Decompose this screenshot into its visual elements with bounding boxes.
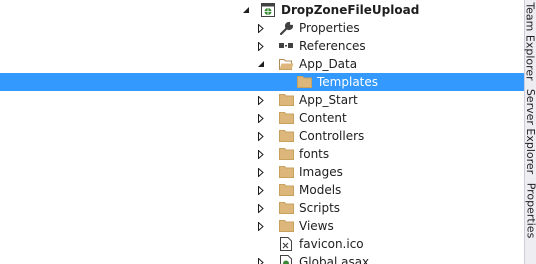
tree-item-templates[interactable]: Templates (0, 73, 525, 91)
tree-item-label: Models (299, 183, 342, 197)
tab-properties[interactable]: Properties (524, 180, 536, 240)
tab-label: Team Explorer (524, 1, 536, 81)
web-project-icon (260, 2, 276, 18)
tree-item-label: Templates (317, 75, 379, 89)
tab-team-explorer[interactable]: Team Explorer (524, 1, 536, 81)
folder-icon (278, 128, 294, 144)
tree-item-label: App_Start (299, 93, 358, 107)
folder-icon (278, 218, 294, 234)
tab-label: Server Explorer (524, 88, 536, 174)
folder-icon (278, 200, 294, 216)
tree-item-label: Scripts (299, 201, 341, 215)
tree-item-label: Images (299, 165, 343, 179)
folder-open-icon (278, 56, 294, 72)
tree-item-images[interactable]: Images (0, 163, 525, 181)
chevron-collapsed-icon[interactable] (255, 217, 267, 235)
project-name: DropZoneFileUpload (281, 3, 420, 17)
chevron-collapsed-icon[interactable] (255, 199, 267, 217)
chevron-collapsed-icon[interactable] (255, 91, 267, 109)
tree-item-fonts[interactable]: fonts (0, 145, 525, 163)
tree-item-references[interactable]: References (0, 37, 525, 55)
tree-item-label: Content (299, 111, 347, 125)
tree-item-content[interactable]: Content (0, 109, 525, 127)
folder-icon (278, 92, 294, 108)
tree-item-app-data[interactable]: App_Data (0, 55, 525, 73)
tree-item-label: Controllers (299, 129, 365, 143)
chevron-collapsed-icon[interactable] (255, 145, 267, 163)
folder-icon (296, 74, 312, 90)
project-node[interactable]: DropZoneFileUpload (0, 1, 525, 19)
chevron-collapsed-icon[interactable] (255, 181, 267, 199)
tree-item-label: Views (299, 219, 334, 233)
tree-item-global-asax[interactable]: Global.asax (0, 253, 525, 264)
tree-item-label: App_Data (299, 57, 358, 71)
tree-item-views[interactable]: Views (0, 217, 525, 235)
references-icon (278, 38, 294, 54)
solution-explorer-tree: DropZoneFileUpload Properties References (0, 0, 525, 264)
folder-icon (278, 164, 294, 180)
tab-label: Properties (524, 182, 536, 238)
tree-item-controllers[interactable]: Controllers (0, 127, 525, 145)
tree-item-scripts[interactable]: Scripts (0, 199, 525, 217)
folder-icon (278, 146, 294, 162)
chevron-expanded-icon[interactable] (240, 1, 252, 19)
tree-item-label: Properties (299, 21, 360, 35)
folder-icon (278, 110, 294, 126)
chevron-collapsed-icon[interactable] (255, 163, 267, 181)
folder-icon (278, 182, 294, 198)
tree-item-properties[interactable]: Properties (0, 19, 525, 37)
chevron-collapsed-icon[interactable] (255, 37, 267, 55)
tree-item-label: References (299, 39, 366, 53)
chevron-collapsed-icon[interactable] (255, 253, 267, 264)
chevron-collapsed-icon[interactable] (255, 109, 267, 127)
chevron-collapsed-icon[interactable] (255, 19, 267, 37)
tree-item-favicon[interactable]: favicon.ico (0, 235, 525, 253)
tree-item-app-start[interactable]: App_Start (0, 91, 525, 109)
asax-file-icon (278, 254, 294, 264)
chevron-collapsed-icon[interactable] (255, 127, 267, 145)
tree-item-label: favicon.ico (299, 237, 364, 251)
tree-item-models[interactable]: Models (0, 181, 525, 199)
tree-item-label: Global.asax (299, 255, 370, 264)
tree-item-label: fonts (299, 147, 330, 161)
tab-server-explorer[interactable]: Server Explorer (524, 86, 536, 176)
wrench-icon (278, 20, 294, 36)
side-tab-strip: Team Explorer Server Explorer Properties (524, 0, 536, 264)
chevron-expanded-icon[interactable] (255, 55, 267, 73)
ico-file-icon (278, 236, 294, 252)
